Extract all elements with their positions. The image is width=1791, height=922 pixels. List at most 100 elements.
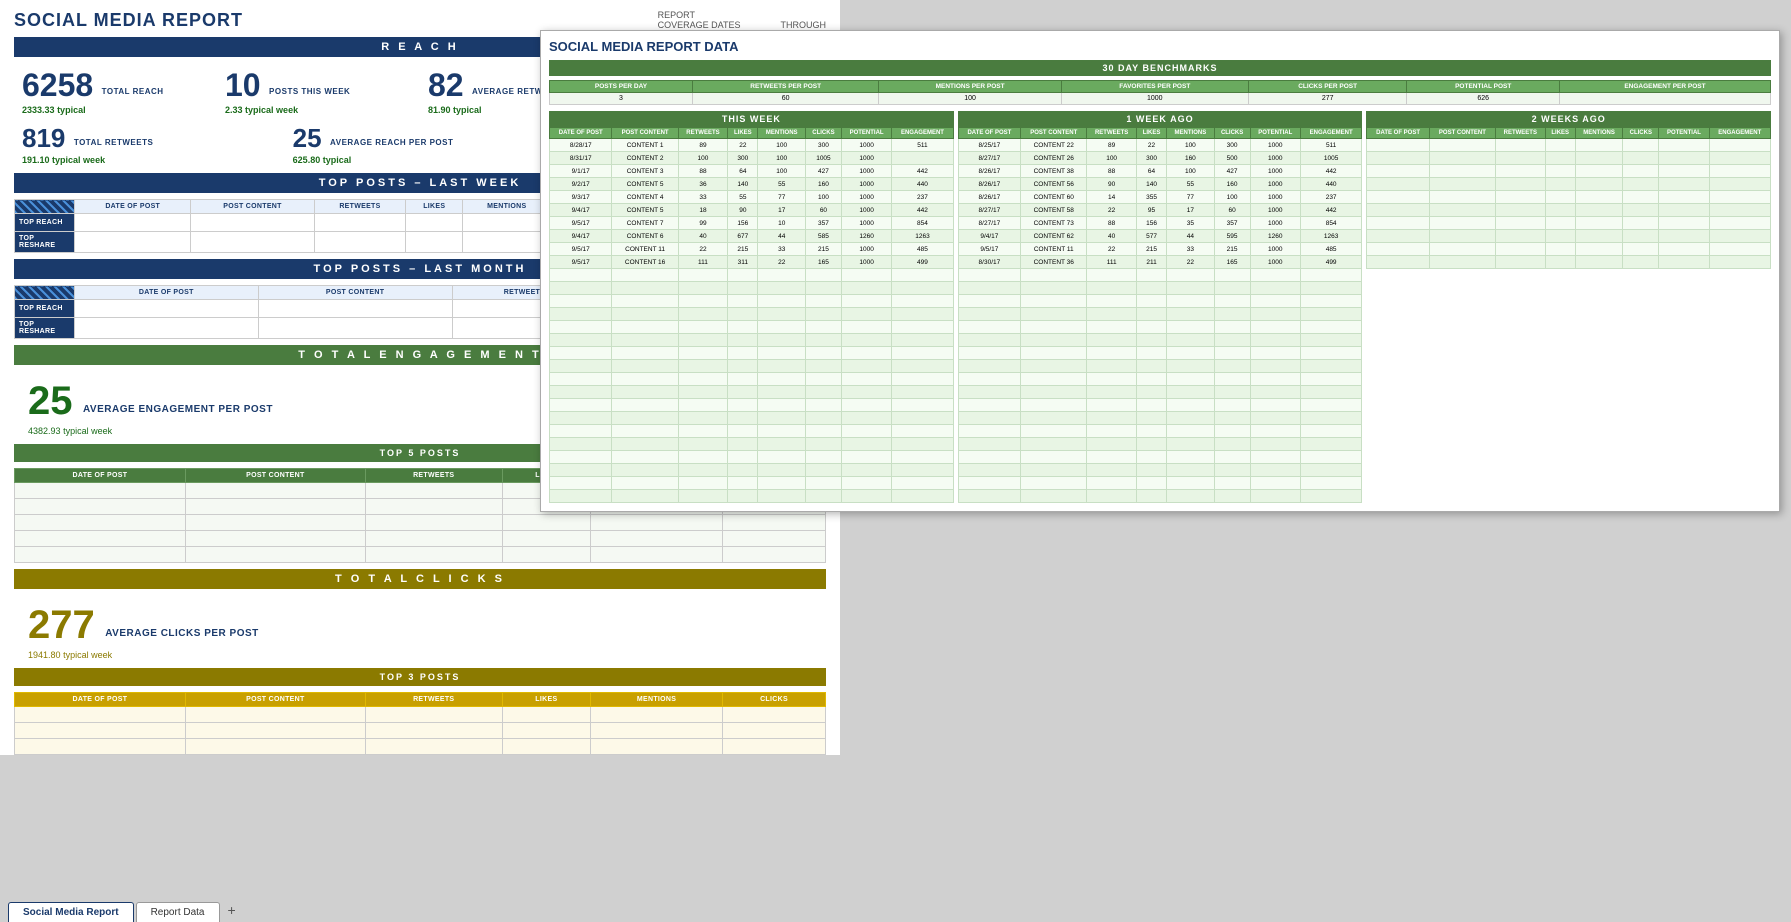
list-item: 9/2/17CONTENT 536140551601000440	[550, 178, 954, 191]
list-item	[1367, 191, 1771, 204]
list-item	[550, 295, 954, 308]
col-likes: LIKES	[406, 200, 463, 214]
top3-header: TOP 3 POSTS	[14, 668, 826, 686]
list-item: 8/28/17CONTENT 189221003001000511	[550, 139, 954, 152]
total-reach-block: 6258 TOTAL REACH 2333.33 typical	[14, 63, 217, 119]
posts-week-label: POSTS THIS WEEK	[269, 87, 350, 96]
avg-retweets-value: 82	[428, 67, 464, 103]
list-item: 8/30/17CONTENT 36111211221651000499	[958, 256, 1362, 269]
list-item: 8/31/17CONTENT 210030010010051000	[550, 152, 954, 165]
bench-col-0: POSTS PER DAY	[550, 81, 693, 93]
list-item	[1367, 139, 1771, 152]
list-item	[550, 347, 954, 360]
this-week-header: THIS WEEK	[549, 111, 954, 127]
list-item	[1367, 230, 1771, 243]
list-item	[15, 531, 826, 547]
avg-reach-value: 25	[293, 123, 322, 153]
list-item: 8/27/17CONTENT 2610030016050010001005	[958, 152, 1362, 165]
list-item: 9/5/17CONTENT 1122215332151000485	[958, 243, 1362, 256]
list-item: 8/27/17CONTENT 58229517601000442	[958, 204, 1362, 217]
clicks-value: 277	[28, 603, 95, 647]
list-item: 9/4/17CONTENT 6406774458512601263	[550, 230, 954, 243]
list-item	[550, 269, 954, 282]
col-retweets: RETWEETS	[314, 200, 406, 214]
two-weeks-ago-section: 2 WEEKS AGO DATE OF POST POST CONTENT RE…	[1366, 111, 1771, 503]
tab-add-button[interactable]: +	[222, 898, 242, 922]
two-weeks-ago-header: 2 WEEKS AGO	[1366, 111, 1771, 127]
list-item	[550, 334, 954, 347]
list-item	[550, 412, 954, 425]
col-post-content: POST CONTENT	[191, 200, 314, 214]
benchmarks-header: 30 DAY BENCHMARKS	[549, 60, 1771, 76]
clicks-typical: 1941.80 typical week	[28, 650, 812, 660]
list-item	[958, 451, 1362, 464]
list-item	[15, 739, 826, 755]
list-item	[550, 282, 954, 295]
list-item	[550, 373, 954, 386]
list-item: 9/5/17CONTENT 16111311221651000499	[550, 256, 954, 269]
total-reach-typical: 2333.33 typical	[22, 105, 209, 115]
list-item	[958, 282, 1362, 295]
through-label: THROUGH	[781, 20, 827, 30]
list-item	[550, 308, 954, 321]
total-retweets-typical: 191.10 typical week	[22, 155, 277, 165]
list-item	[958, 269, 1362, 282]
list-item	[958, 399, 1362, 412]
list-item	[15, 515, 826, 531]
list-item	[550, 321, 954, 334]
bench-col-3: FAVORITES PER POST	[1061, 81, 1248, 93]
week-ago-table: DATE OF POST POST CONTENT RETWEETS LIKES…	[958, 127, 1363, 503]
avg-reach-typical: 625.80 typical	[293, 155, 548, 165]
data-sheet-title: SOCIAL MEDIA REPORT DATA	[549, 39, 1771, 54]
col-date-post: DATE OF POST	[75, 200, 191, 214]
tabs-bar: Social Media Report Report Data +	[0, 894, 1791, 922]
report-meta-row: COVERAGE DATES THROUGH	[658, 20, 826, 30]
posts-week-value: 10	[225, 67, 261, 103]
list-item	[958, 464, 1362, 477]
bench-row: 3601001000277626	[550, 93, 1771, 105]
week-ago-header: 1 WEEK AGO	[958, 111, 1363, 127]
data-sheet: SOCIAL MEDIA REPORT DATA 30 DAY BENCHMAR…	[540, 30, 1780, 512]
engagement-value: 25	[28, 379, 73, 423]
this-week-section: THIS WEEK DATE OF POST POST CONTENT RETW…	[549, 111, 954, 503]
clicks-header: T O T A L C L I C K S	[14, 569, 826, 589]
list-item	[958, 477, 1362, 490]
engagement-label: AVERAGE ENGAGEMENT PER POST	[83, 404, 273, 415]
list-item	[958, 386, 1362, 399]
list-item: 8/25/17CONTENT 2289221003001000511	[958, 139, 1362, 152]
list-item: 9/5/17CONTENT 799156103571000854	[550, 217, 954, 230]
total-retweets-block: 819 TOTAL RETWEETS 191.10 typical week	[14, 119, 285, 169]
list-item	[550, 438, 954, 451]
list-item: 9/5/17CONTENT 1122215332151000485	[550, 243, 954, 256]
two-weeks-ago-table: DATE OF POST POST CONTENT RETWEETS LIKES…	[1366, 127, 1771, 269]
list-item	[1367, 217, 1771, 230]
posts-week-block: 10 POSTS THIS WEEK 2.33 typical week	[217, 63, 420, 119]
bench-col-5: POTENTIAL POST	[1407, 81, 1559, 93]
list-item	[958, 412, 1362, 425]
list-item	[958, 308, 1362, 321]
list-item	[550, 399, 954, 412]
list-item	[958, 347, 1362, 360]
list-item: 8/26/17CONTENT 5690140551601000440	[958, 178, 1362, 191]
col-mentions: MENTIONS	[463, 200, 551, 214]
list-item: 8/26/17CONTENT 3888641004271000442	[958, 165, 1362, 178]
list-item	[550, 490, 954, 503]
list-item	[550, 425, 954, 438]
list-item	[1367, 204, 1771, 217]
list-item: 9/3/17CONTENT 43355771001000237	[550, 191, 954, 204]
clicks-label: AVERAGE CLICKS PER POST	[105, 628, 259, 639]
week-ago-section: 1 WEEK AGO DATE OF POST POST CONTENT RET…	[958, 111, 1363, 503]
list-item	[550, 464, 954, 477]
total-retweets-label: TOTAL RETWEETS	[74, 138, 153, 147]
report-title: SOCIAL MEDIA REPORT	[14, 10, 243, 31]
list-item	[550, 451, 954, 464]
tab-report-data[interactable]: Report Data	[136, 902, 220, 922]
posts-week-typical: 2.33 typical week	[225, 105, 412, 115]
list-item	[550, 386, 954, 399]
list-item	[15, 547, 826, 563]
top3-table: DATE OF POST POST CONTENT RETWEETS LIKES…	[14, 692, 826, 755]
list-item	[958, 360, 1362, 373]
list-item	[1367, 165, 1771, 178]
list-item	[1367, 152, 1771, 165]
tab-social-media-report[interactable]: Social Media Report	[8, 902, 134, 922]
